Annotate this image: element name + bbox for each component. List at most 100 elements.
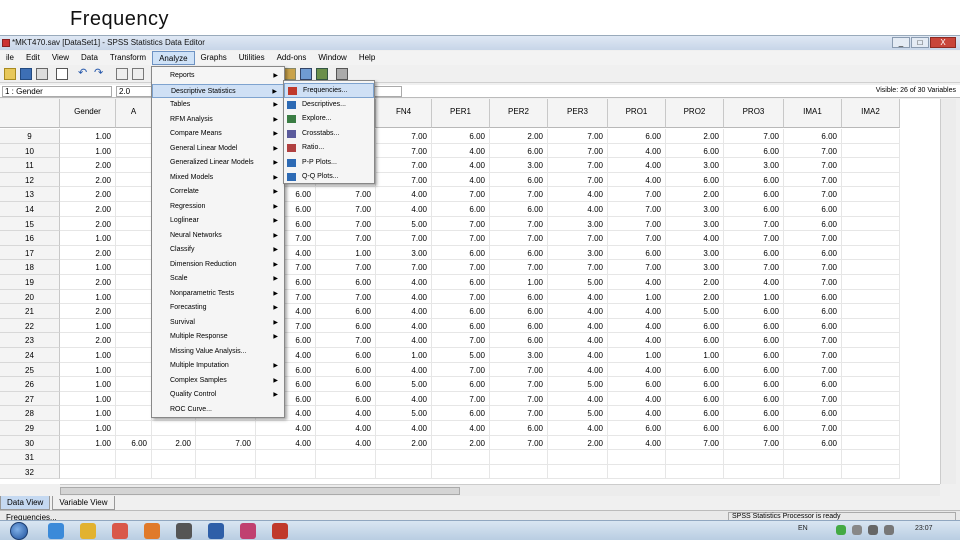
data-cell[interactable]: 6.00	[666, 333, 724, 348]
data-cell[interactable]: 7.00	[490, 231, 548, 246]
data-cell[interactable]: 7.00	[490, 435, 548, 451]
data-cell[interactable]: 6.00	[490, 172, 548, 188]
data-cell[interactable]: 4.00	[608, 172, 666, 188]
data-cell[interactable]: 2.00	[60, 158, 116, 173]
data-cell[interactable]: 1.00	[60, 260, 116, 275]
data-cell[interactable]: 6.00	[432, 377, 490, 392]
data-cell[interactable]: 7.00	[376, 143, 432, 159]
data-cell[interactable]: 1.00	[60, 318, 116, 334]
row-number[interactable]: 32	[0, 464, 60, 480]
data-cell[interactable]: 6.00	[724, 421, 784, 436]
data-cell[interactable]: 4.00	[608, 143, 666, 159]
maximize-button[interactable]: □	[911, 37, 929, 48]
data-cell[interactable]	[842, 245, 900, 261]
data-cell[interactable]: 6.00	[666, 377, 724, 392]
data-cell[interactable]: 6.00	[316, 391, 376, 407]
data-cell[interactable]: 6.00	[724, 362, 784, 378]
analyze-menu-item-descriptive-statistics[interactable]: Descriptive Statistics ▶	[152, 83, 284, 98]
data-cell[interactable]	[608, 464, 666, 480]
data-cell[interactable]	[432, 464, 490, 480]
analyze-menu-item-neural-networks[interactable]: Neural Networks ▶	[152, 229, 284, 244]
data-cell[interactable]: 3.00	[490, 348, 548, 363]
undo-icon[interactable]: ↶	[78, 68, 90, 80]
data-cell[interactable]	[116, 464, 152, 480]
print-icon[interactable]	[36, 68, 48, 80]
row-number[interactable]: 27	[0, 391, 60, 407]
data-cell[interactable]: 4.00	[376, 187, 432, 202]
data-cell[interactable]: 6.00	[784, 406, 842, 421]
data-cell[interactable]	[724, 450, 784, 465]
data-cell[interactable]: 7.00	[490, 260, 548, 275]
data-cell[interactable]: 6.00	[724, 406, 784, 421]
row-number[interactable]: 25	[0, 362, 60, 378]
menu-transform[interactable]: Transform	[104, 51, 152, 65]
data-cell[interactable]: 7.00	[784, 362, 842, 378]
data-cell[interactable]: 7.00	[784, 348, 842, 363]
data-cell[interactable]	[842, 318, 900, 334]
analyze-menu-item-generalized-linear-models[interactable]: Generalized Linear Models ▶	[152, 156, 284, 171]
data-cell[interactable]: 6.00	[490, 333, 548, 348]
menu-view[interactable]: View	[46, 51, 75, 65]
dialog-recall-icon[interactable]	[56, 68, 68, 80]
data-cell[interactable]: 7.00	[490, 187, 548, 202]
column-header[interactable]: PER2	[490, 99, 548, 128]
analyze-menu-item-survival[interactable]: Survival ▶	[152, 316, 284, 331]
row-number[interactable]: 13	[0, 187, 60, 202]
data-cell[interactable]: 6.00	[784, 129, 842, 144]
row-number[interactable]: 21	[0, 304, 60, 319]
data-cell[interactable]: 6.00	[724, 391, 784, 407]
data-cell[interactable]	[842, 129, 900, 144]
submenu-item-ratio[interactable]: Ratio...	[284, 141, 374, 156]
data-cell[interactable]	[116, 421, 152, 436]
data-cell[interactable]: 4.00	[666, 231, 724, 246]
data-cell[interactable]: 4.00	[724, 275, 784, 290]
data-cell[interactable]: 3.00	[666, 245, 724, 261]
analyze-menu-item-correlate[interactable]: Correlate ▶	[152, 185, 284, 200]
data-cell[interactable]: 1.00	[376, 348, 432, 363]
data-cell[interactable]: 7.00	[316, 231, 376, 246]
data-cell[interactable]: 4.00	[376, 289, 432, 305]
data-cell[interactable]	[116, 172, 152, 188]
data-cell[interactable]: 2.00	[666, 187, 724, 202]
data-cell[interactable]	[116, 158, 152, 173]
word-icon[interactable]	[208, 523, 224, 539]
data-cell[interactable]: 6.00	[316, 377, 376, 392]
data-cell[interactable]: 4.00	[316, 421, 376, 436]
data-cell[interactable]	[316, 450, 376, 465]
data-cell[interactable]: 6.00	[666, 318, 724, 334]
insert-cases-icon[interactable]	[300, 68, 312, 80]
data-cell[interactable]	[842, 348, 900, 363]
data-cell[interactable]: 6.00	[316, 318, 376, 334]
data-cell[interactable]: 4.00	[548, 202, 608, 217]
data-cell[interactable]	[842, 231, 900, 246]
data-cell[interactable]	[724, 464, 784, 480]
analyze-menu-item-tables[interactable]: Tables ▶	[152, 98, 284, 113]
data-cell[interactable]: 7.00	[724, 435, 784, 451]
data-cell[interactable]: 4.00	[376, 275, 432, 290]
data-cell[interactable]: 1.00	[490, 275, 548, 290]
data-cell[interactable]: 6.00	[784, 435, 842, 451]
data-cell[interactable]	[116, 216, 152, 232]
data-cell[interactable]: 6.00	[316, 304, 376, 319]
row-number[interactable]: 12	[0, 172, 60, 188]
menu-help[interactable]: Help	[353, 51, 381, 65]
analyze-menu-item-complex-samples[interactable]: Complex Samples ▶	[152, 374, 284, 389]
data-cell[interactable]	[842, 333, 900, 348]
close-button[interactable]: X	[930, 37, 956, 48]
data-cell[interactable]: 6.00	[432, 202, 490, 217]
language-indicator[interactable]: EN	[798, 525, 808, 532]
data-cell[interactable]	[842, 187, 900, 202]
goto-case-icon[interactable]	[116, 68, 128, 80]
data-cell[interactable]: 6.00	[724, 304, 784, 319]
column-header[interactable]: PER3	[548, 99, 608, 128]
data-cell[interactable]: 3.00	[724, 158, 784, 173]
data-cell[interactable]: 4.00	[548, 362, 608, 378]
data-cell[interactable]: 1.00	[60, 406, 116, 421]
data-cell[interactable]: 7.00	[724, 129, 784, 144]
data-cell[interactable]: 6.00	[432, 318, 490, 334]
data-cell[interactable]: 7.00	[376, 172, 432, 188]
data-cell[interactable]: 5.00	[666, 304, 724, 319]
data-cell[interactable]: 6.00	[316, 275, 376, 290]
firefox-icon[interactable]	[144, 523, 160, 539]
data-cell[interactable]: 3.00	[548, 216, 608, 232]
